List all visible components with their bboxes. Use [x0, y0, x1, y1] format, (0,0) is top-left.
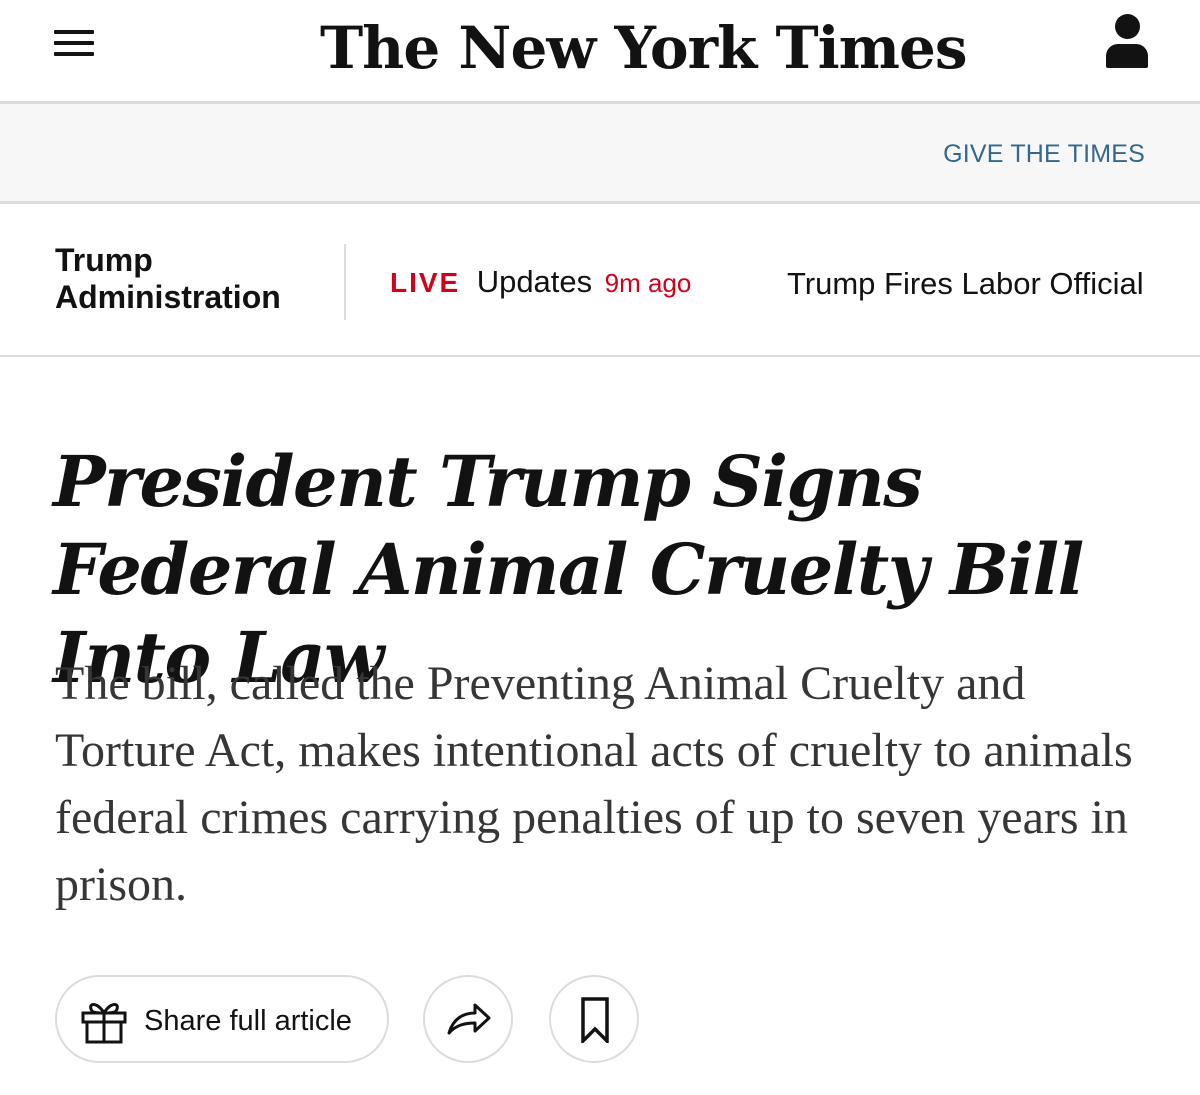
section-divider — [344, 244, 346, 320]
section-label-trump-administration[interactable]: Trump Administration — [55, 242, 325, 316]
nyt-logo[interactable]: The New York Times — [320, 8, 968, 88]
live-badge: LIVE — [390, 267, 461, 298]
bookmark-icon — [581, 997, 609, 1043]
live-updates-timestamp: 9m ago — [604, 268, 692, 298]
hamburger-menu-icon[interactable] — [54, 30, 94, 56]
article-summary: The bill, called the Preventing Animal C… — [55, 657, 1133, 911]
related-story-link[interactable]: Trump Fires Labor Official — [787, 266, 1144, 302]
share-full-article-button[interactable]: Share full article — [55, 975, 389, 1063]
user-account-icon[interactable] — [1106, 14, 1148, 68]
gift-icon — [81, 1003, 127, 1044]
save-article-button[interactable] — [549, 975, 639, 1063]
share-button[interactable] — [423, 975, 513, 1063]
share-arrow-icon — [447, 1003, 491, 1035]
section-nav-bar: Trump Administration LIVE Updates 9m ago… — [0, 204, 1200, 357]
live-updates-label: Updates — [476, 264, 593, 299]
give-bar: GIVE THE TIMES — [0, 104, 1200, 204]
live-updates-link[interactable]: LIVE Updates 9m ago — [390, 264, 691, 300]
share-full-article-label: Share full article — [144, 1005, 352, 1037]
masthead: The New York Times — [0, 0, 1200, 104]
give-the-times-link[interactable]: GIVE THE TIMES — [943, 140, 1145, 169]
